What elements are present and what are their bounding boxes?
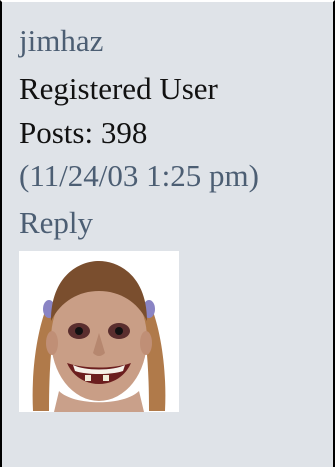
post-author-panel: jimhaz Registered User Posts: 398 (11/24… (0, 0, 335, 467)
post-count: Posts: 398 (19, 115, 148, 150)
avatar-face-icon (32, 261, 166, 412)
user-role: Registered User (19, 71, 218, 106)
username-link[interactable]: jimhaz (19, 23, 103, 58)
post-timestamp-link[interactable]: (11/24/03 1:25 pm) (19, 158, 259, 193)
reply-link[interactable]: Reply (19, 205, 93, 240)
avatar (19, 251, 179, 412)
